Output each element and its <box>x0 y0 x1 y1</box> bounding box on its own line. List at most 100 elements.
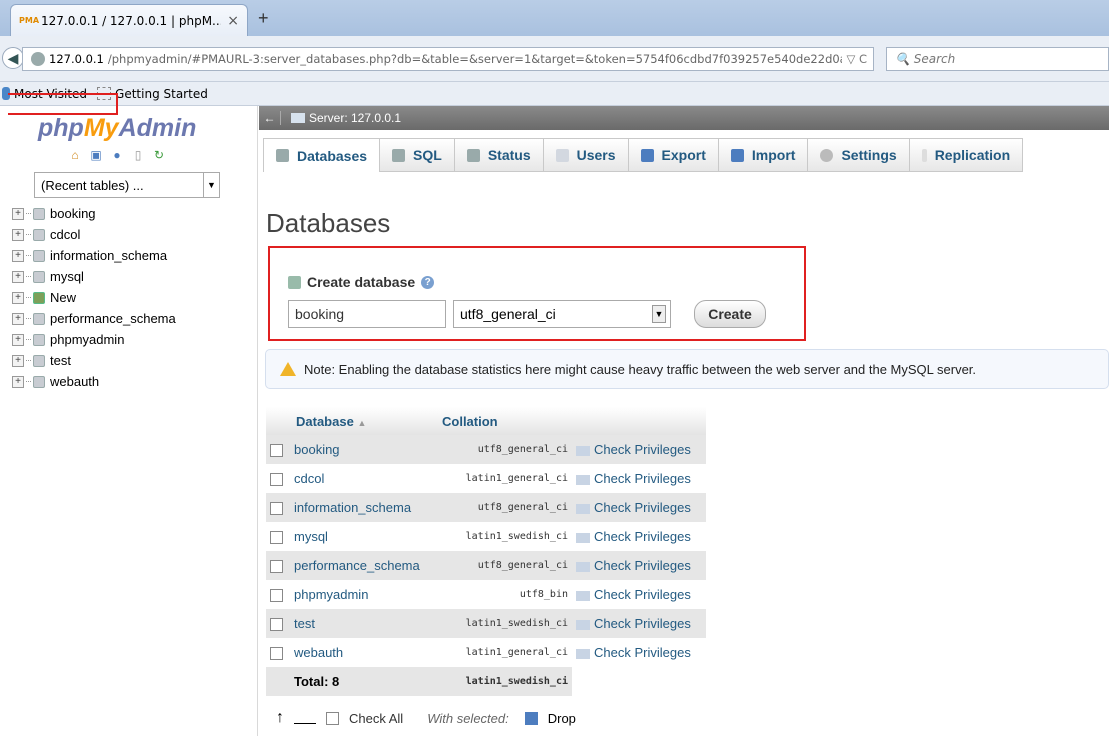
row-checkbox[interactable] <box>270 531 283 545</box>
tree-item-performance_schema[interactable]: + performance_schema <box>12 308 176 329</box>
tree-item-phpmyadmin[interactable]: + phpmyadmin <box>12 329 176 350</box>
database-name-link[interactable]: mysql <box>290 522 436 551</box>
drop-icon[interactable] <box>524 711 538 725</box>
check-all-checkbox[interactable] <box>326 711 339 725</box>
drop-button[interactable]: Drop <box>548 711 576 726</box>
header-database[interactable]: Database ▲ <box>290 407 436 435</box>
tree-item-label[interactable]: phpmyadmin <box>50 332 124 347</box>
row-checkbox-cell <box>266 493 290 522</box>
tab-databases[interactable]: Databases <box>263 138 381 172</box>
expand-icon[interactable]: + <box>12 207 24 220</box>
statistics-notice: Note: Enabling the database statistics h… <box>265 349 1109 389</box>
privileges-icon <box>576 532 590 543</box>
database-name-link[interactable]: phpmyadmin <box>290 580 436 609</box>
tree-item-information_schema[interactable]: + information_schema <box>12 245 176 266</box>
collapse-arrow-icon[interactable]: ← <box>259 111 281 125</box>
reload-icon[interactable]: ▽ C <box>846 52 873 66</box>
row-checkbox[interactable] <box>270 647 283 661</box>
check-privileges-link[interactable]: Check Privileges <box>572 464 706 493</box>
database-name-link[interactable]: information_schema <box>290 493 436 522</box>
row-checkbox[interactable] <box>270 589 283 603</box>
logout-icon[interactable]: ▣ <box>89 148 103 162</box>
tab-users[interactable]: Users <box>543 138 629 172</box>
expand-icon[interactable]: + <box>12 375 24 388</box>
check-privileges-link[interactable]: Check Privileges <box>572 493 706 522</box>
booking-highlight-box <box>8 93 118 115</box>
total-empty <box>572 667 706 696</box>
database-name-link[interactable]: booking <box>290 435 436 464</box>
docs-icon[interactable]: ▯ <box>131 148 145 162</box>
server-label[interactable]: Server: 127.0.0.1 <box>309 111 401 125</box>
check-privileges-link[interactable]: Check Privileges <box>572 609 706 638</box>
check-privileges-link[interactable]: Check Privileges <box>572 522 706 551</box>
check-privileges-link[interactable]: Check Privileges <box>572 638 706 667</box>
tab-export[interactable]: Export <box>628 138 719 172</box>
browser-search-input[interactable]: 🔍 Search <box>886 47 1109 71</box>
tree-item-mysql[interactable]: + mysql <box>12 266 176 287</box>
tree-item-label[interactable]: information_schema <box>50 248 167 263</box>
tab-replication[interactable]: Replication <box>909 138 1024 172</box>
tab-sql[interactable]: SQL <box>380 138 455 172</box>
tree-item-label[interactable]: performance_schema <box>50 311 176 326</box>
row-checkbox-cell <box>266 551 290 580</box>
recent-tables-select[interactable]: (Recent tables) ... ▼ <box>34 172 220 198</box>
back-arrow-icon[interactable]: ◀ <box>2 47 24 69</box>
create-database-box: Create database ? utf8_general_ci ▼ Crea… <box>268 246 806 341</box>
tab-status[interactable]: Status <box>454 138 544 172</box>
tree-item-cdcol[interactable]: + cdcol <box>12 224 176 245</box>
reload-icon[interactable]: ↻ <box>152 148 166 162</box>
database-name-link[interactable]: webauth <box>290 638 436 667</box>
row-checkbox[interactable] <box>270 560 283 574</box>
tree-connector <box>26 318 31 319</box>
database-name-link[interactable]: cdcol <box>290 464 436 493</box>
tree-item-new[interactable]: + New <box>12 287 176 308</box>
new-tab-button[interactable]: + <box>258 8 269 29</box>
expand-icon[interactable]: + <box>12 312 24 325</box>
browser-tab[interactable]: PMA 127.0.0.1 / 127.0.0.1 | phpM... × <box>10 4 248 36</box>
db-icon <box>33 333 45 346</box>
expand-icon[interactable]: + <box>12 354 24 367</box>
expand-icon[interactable]: + <box>12 333 24 346</box>
help-icon[interactable]: ? <box>421 275 435 289</box>
expand-icon[interactable]: + <box>12 249 24 262</box>
expand-icon[interactable]: + <box>12 228 24 241</box>
check-privileges-link[interactable]: Check Privileges <box>572 435 706 464</box>
tree-item-webauth[interactable]: + webauth <box>12 371 176 392</box>
row-checkbox[interactable] <box>270 618 283 632</box>
expand-icon[interactable]: + <box>12 270 24 283</box>
row-checkbox[interactable] <box>270 502 283 516</box>
database-name-link[interactable]: performance_schema <box>290 551 436 580</box>
database-name-link[interactable]: test <box>290 609 436 638</box>
header-collation[interactable]: Collation <box>436 407 572 435</box>
database-name-input[interactable] <box>288 300 446 328</box>
home-icon[interactable]: ⌂ <box>68 148 82 162</box>
row-checkbox-cell <box>266 435 290 464</box>
tree-item-label[interactable]: mysql <box>50 269 84 284</box>
status-icon <box>466 148 480 162</box>
row-checkbox[interactable] <box>270 444 283 458</box>
tab-import[interactable]: Import <box>718 138 809 172</box>
tree-item-label[interactable]: booking <box>50 206 96 221</box>
nav-icons: ⌂ ▣ ● ▯ ↻ <box>68 148 166 162</box>
phpmyadmin-logo[interactable]: phpMyAdmin <box>38 114 196 143</box>
tab-settings[interactable]: Settings <box>808 138 910 172</box>
row-checkbox[interactable] <box>270 473 283 487</box>
create-button[interactable]: Create <box>694 300 766 328</box>
tree-item-label[interactable]: test <box>50 353 71 368</box>
close-tab-icon[interactable]: × <box>227 13 239 29</box>
check-privileges-link[interactable]: Check Privileges <box>572 551 706 580</box>
with-selected-label: With selected: <box>427 710 509 726</box>
address-bar[interactable]: 127.0.0.1/phpmyadmin/#PMAURL-3:server_da… <box>22 47 874 71</box>
tab-title: 127.0.0.1 / 127.0.0.1 | phpM... <box>41 13 222 28</box>
tree-item-test[interactable]: + test <box>12 350 176 371</box>
collation-select[interactable]: utf8_general_ci ▼ <box>453 300 671 328</box>
tree-item-label[interactable]: cdcol <box>50 227 80 242</box>
check-all-label[interactable]: Check All <box>349 711 403 726</box>
check-privileges-link[interactable]: Check Privileges <box>572 580 706 609</box>
tree-item-label[interactable]: webauth <box>50 374 99 389</box>
help-icon[interactable]: ● <box>110 148 124 162</box>
tree-item-label[interactable]: New <box>50 290 76 305</box>
expand-icon[interactable]: + <box>12 291 24 304</box>
tree-item-booking[interactable]: + booking <box>12 203 176 224</box>
table-row: phpmyadmin utf8_bin Check Privileges <box>266 580 706 609</box>
